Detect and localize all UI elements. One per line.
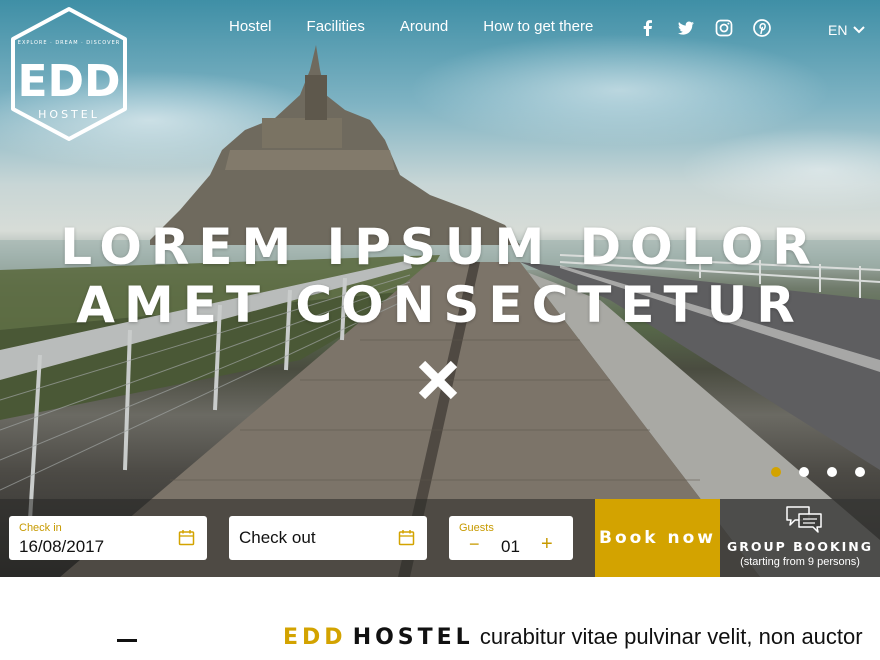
slider-dot-1[interactable]: [771, 467, 781, 477]
slider-dot-3[interactable]: [827, 467, 837, 477]
hero-headline: Lorem ipsum dolor amet consectetur: [0, 218, 880, 334]
social-links: [638, 18, 772, 38]
intro-text: curabitur vitae pulvinar velit, non auct…: [479, 624, 863, 649]
hero-headline-line1: Lorem ipsum dolor: [60, 218, 820, 276]
group-booking-subtitle: (starting from 9 persons): [740, 556, 860, 568]
intro-brand-hostel: HOSTEL: [352, 625, 474, 650]
slider-dot-4[interactable]: [855, 467, 865, 477]
guests-value[interactable]: 01: [501, 537, 520, 557]
guests-increase-button[interactable]: +: [541, 533, 553, 556]
slider-pagination: [771, 467, 865, 477]
nav-item-hostel[interactable]: Hostel: [229, 18, 272, 35]
group-booking-button[interactable]: Group booking (starting from 9 persons): [720, 499, 880, 577]
checkin-label: Check in: [19, 522, 62, 534]
close-x-icon: [418, 360, 458, 400]
calendar-icon[interactable]: [398, 529, 415, 546]
slider-dot-2[interactable]: [799, 467, 809, 477]
chat-bubbles-icon: [786, 506, 822, 533]
checkin-value: 16/08/2017: [19, 537, 105, 556]
book-now-button[interactable]: Book now: [595, 499, 720, 577]
guests-label: Guests: [459, 522, 494, 534]
guests-field: Guests − 01 +: [449, 516, 573, 560]
hero-headline-line2: amet consectetur: [76, 276, 804, 334]
chevron-down-icon: [853, 26, 866, 34]
group-booking-title: Group booking: [726, 539, 873, 554]
nav-item-facilities[interactable]: Facilities: [307, 18, 365, 35]
logo-text: EDD: [17, 56, 120, 107]
nav-item-how-to-get-there[interactable]: How to get there: [483, 18, 593, 35]
facebook-icon[interactable]: [638, 18, 658, 38]
intro-section: EDD HOSTEL curabitur vitae pulvinar veli…: [0, 577, 880, 660]
section-dash: [117, 639, 137, 642]
pinterest-icon[interactable]: [752, 18, 772, 38]
edd-hostel-logo[interactable]: EDD EXPLORE · DREAM · DISCOVER HOSTEL: [8, 6, 130, 142]
language-label: EN: [828, 22, 848, 38]
booking-bar: Check in 16/08/2017 Check out Guests − 0…: [0, 499, 880, 577]
hero-section: EDD EXPLORE · DREAM · DISCOVER HOSTEL Ho…: [0, 0, 880, 577]
calendar-icon[interactable]: [178, 529, 195, 546]
instagram-icon[interactable]: [714, 18, 734, 38]
intro-heading: EDD HOSTEL curabitur vitae pulvinar veli…: [283, 624, 863, 650]
logo-bottom-text: HOSTEL: [38, 108, 100, 121]
intro-brand-edd: EDD: [283, 625, 347, 650]
main-nav: Hostel Facilities Around How to get ther…: [229, 18, 628, 35]
twitter-icon[interactable]: [676, 18, 696, 38]
language-selector[interactable]: EN: [828, 22, 866, 38]
checkout-placeholder: Check out: [239, 528, 316, 547]
guests-decrease-button[interactable]: −: [469, 534, 480, 555]
nav-item-around[interactable]: Around: [400, 18, 448, 35]
logo-top-text: EXPLORE · DREAM · DISCOVER: [18, 40, 120, 46]
checkout-field[interactable]: Check out: [229, 516, 427, 560]
checkin-field[interactable]: Check in 16/08/2017: [9, 516, 207, 560]
